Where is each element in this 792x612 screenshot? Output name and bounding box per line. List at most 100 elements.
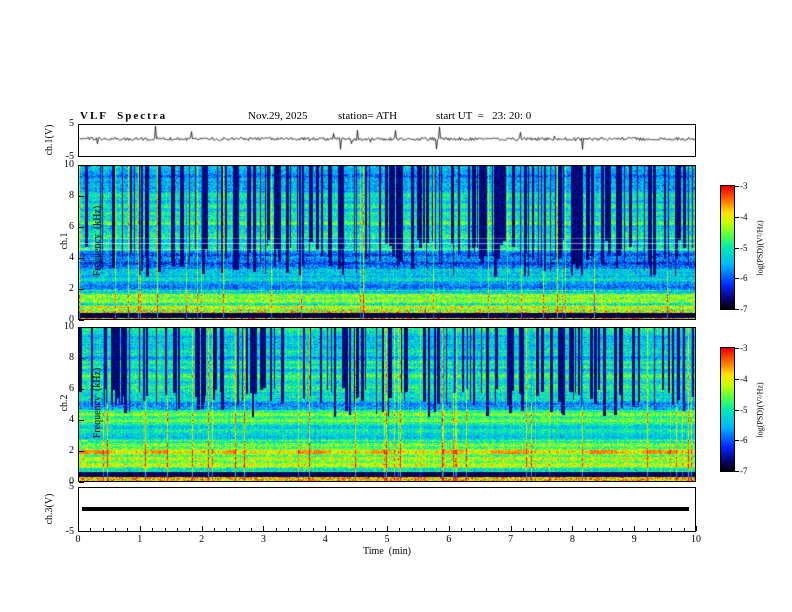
station-label: station= ATH bbox=[338, 110, 398, 122]
colorbar-tick-mark bbox=[735, 278, 739, 280]
colorbar-tick-mark bbox=[735, 186, 739, 187]
ch2-spectrogram-panel bbox=[78, 327, 696, 482]
y-tick-label: -5 bbox=[65, 151, 74, 162]
colorbar-ch1-gradient bbox=[721, 186, 734, 309]
x-tick-mark bbox=[448, 526, 450, 531]
colorbar-tick-label: -4 bbox=[740, 373, 748, 384]
x-tick-label: 2 bbox=[199, 534, 205, 545]
x-minor-tick-mark bbox=[251, 528, 253, 531]
x-tick-label: 7 bbox=[508, 534, 514, 545]
colorbar-tick-mark bbox=[735, 471, 739, 472]
colorbar-tick-mark bbox=[735, 440, 739, 442]
colorbar-ch2-gradient bbox=[721, 348, 734, 471]
x-tick-mark bbox=[696, 526, 697, 531]
colorbar-tick-label: -3 bbox=[740, 181, 748, 191]
y-tick-mark bbox=[79, 358, 84, 359]
colorbar-ch1 bbox=[720, 185, 735, 310]
y-tick-mark bbox=[79, 420, 84, 421]
y-tick-label: 4 bbox=[69, 252, 74, 263]
ch1-waveform-trace bbox=[79, 125, 695, 156]
x-minor-tick-mark bbox=[683, 528, 685, 531]
ch3-flat-trace bbox=[82, 507, 689, 511]
colorbar-tick-label: -5 bbox=[740, 242, 748, 253]
y-tick-label: 5 bbox=[69, 481, 74, 492]
y-tick-mark bbox=[79, 320, 84, 321]
y-tick-label: 8 bbox=[69, 190, 74, 201]
x-minor-tick-mark bbox=[584, 528, 586, 531]
colorbar-tick-label: -7 bbox=[740, 466, 748, 476]
x-minor-tick-mark bbox=[362, 528, 364, 531]
colorbar-tick-mark bbox=[735, 378, 739, 380]
x-minor-tick-mark bbox=[560, 528, 562, 531]
ch2-spectrogram-heatmap bbox=[79, 328, 695, 481]
x-minor-tick-mark bbox=[349, 528, 351, 531]
colorbar-tick-mark bbox=[735, 247, 739, 249]
y-tick-label: 10 bbox=[64, 321, 74, 332]
x-minor-tick-mark bbox=[461, 528, 463, 531]
start-ut-label: start UT = 23: 20: 0 bbox=[436, 110, 532, 122]
y-tick-mark bbox=[79, 227, 84, 228]
x-tick-label: 3 bbox=[260, 534, 266, 545]
x-minor-tick-mark bbox=[374, 528, 376, 531]
y-tick-mark bbox=[79, 389, 84, 390]
colorbar-tick-mark bbox=[735, 348, 739, 349]
x-minor-tick-mark bbox=[152, 528, 154, 531]
y-tick-mark bbox=[79, 165, 84, 166]
x-tick-mark bbox=[263, 526, 265, 531]
y-tick-mark bbox=[79, 196, 84, 197]
colorbar-tick-label: -4 bbox=[740, 211, 748, 222]
x-minor-tick-mark bbox=[226, 528, 228, 531]
y-tick-mark bbox=[79, 482, 84, 483]
x-minor-tick-mark bbox=[621, 528, 623, 531]
x-minor-tick-mark bbox=[547, 528, 549, 531]
y-tick-label: 2 bbox=[69, 283, 74, 294]
x-minor-tick-mark bbox=[164, 528, 166, 531]
x-minor-tick-mark bbox=[436, 528, 438, 531]
y-tick-label: 4 bbox=[69, 414, 74, 425]
x-minor-tick-mark bbox=[485, 528, 487, 531]
ch2-spec-ylabel-line2: Frequency (kHz) bbox=[92, 367, 103, 439]
colorbar-tick-mark bbox=[735, 216, 739, 218]
x-minor-tick-mark bbox=[189, 528, 191, 531]
colorbar-tick-label: -6 bbox=[740, 435, 748, 446]
x-minor-tick-mark bbox=[176, 528, 178, 531]
x-tick-label: 9 bbox=[631, 534, 637, 545]
y-tick-label: 5 bbox=[69, 118, 74, 129]
x-minor-tick-mark bbox=[300, 528, 302, 531]
x-tick-mark bbox=[201, 526, 203, 531]
x-axis-label: Time (min) bbox=[363, 546, 411, 557]
x-minor-tick-mark bbox=[522, 528, 524, 531]
x-tick-mark bbox=[78, 526, 79, 531]
x-tick-label: 1 bbox=[137, 534, 143, 545]
x-minor-tick-mark bbox=[288, 528, 290, 531]
x-tick-mark bbox=[325, 526, 327, 531]
colorbar-tick-label: -3 bbox=[740, 343, 748, 353]
x-tick-label: 8 bbox=[569, 534, 575, 545]
x-minor-tick-mark bbox=[671, 528, 673, 531]
y-tick-mark bbox=[79, 327, 84, 328]
y-tick-label: 6 bbox=[69, 383, 74, 394]
x-minor-tick-mark bbox=[213, 528, 215, 531]
x-tick-mark bbox=[572, 526, 574, 531]
colorbar-tick-label: -7 bbox=[740, 304, 748, 314]
date-label: Nov.29, 2025 bbox=[248, 110, 308, 122]
x-tick-mark bbox=[634, 526, 636, 531]
x-minor-tick-mark bbox=[312, 528, 314, 531]
x-tick-label: 6 bbox=[446, 534, 452, 545]
ch1-spectrogram-panel bbox=[78, 165, 696, 320]
y-tick-label: -5 bbox=[65, 526, 74, 537]
y-tick-mark bbox=[79, 289, 84, 290]
ch1-spectrogram-heatmap bbox=[79, 166, 695, 319]
x-tick-mark bbox=[510, 526, 512, 531]
y-tick-mark bbox=[79, 258, 84, 259]
colorbar-tick-mark bbox=[735, 409, 739, 411]
y-tick-label: 2 bbox=[69, 445, 74, 456]
x-minor-tick-mark bbox=[90, 528, 92, 531]
ch1-spec-ylabel-line2: Frequency (kHz) bbox=[92, 205, 103, 277]
x-minor-tick-mark bbox=[498, 528, 500, 531]
x-minor-tick-mark bbox=[275, 528, 277, 531]
x-tick-label: 4 bbox=[322, 534, 328, 545]
x-minor-tick-mark bbox=[597, 528, 599, 531]
ch1-waveform-panel bbox=[78, 124, 696, 157]
y-tick-label: 6 bbox=[69, 221, 74, 232]
